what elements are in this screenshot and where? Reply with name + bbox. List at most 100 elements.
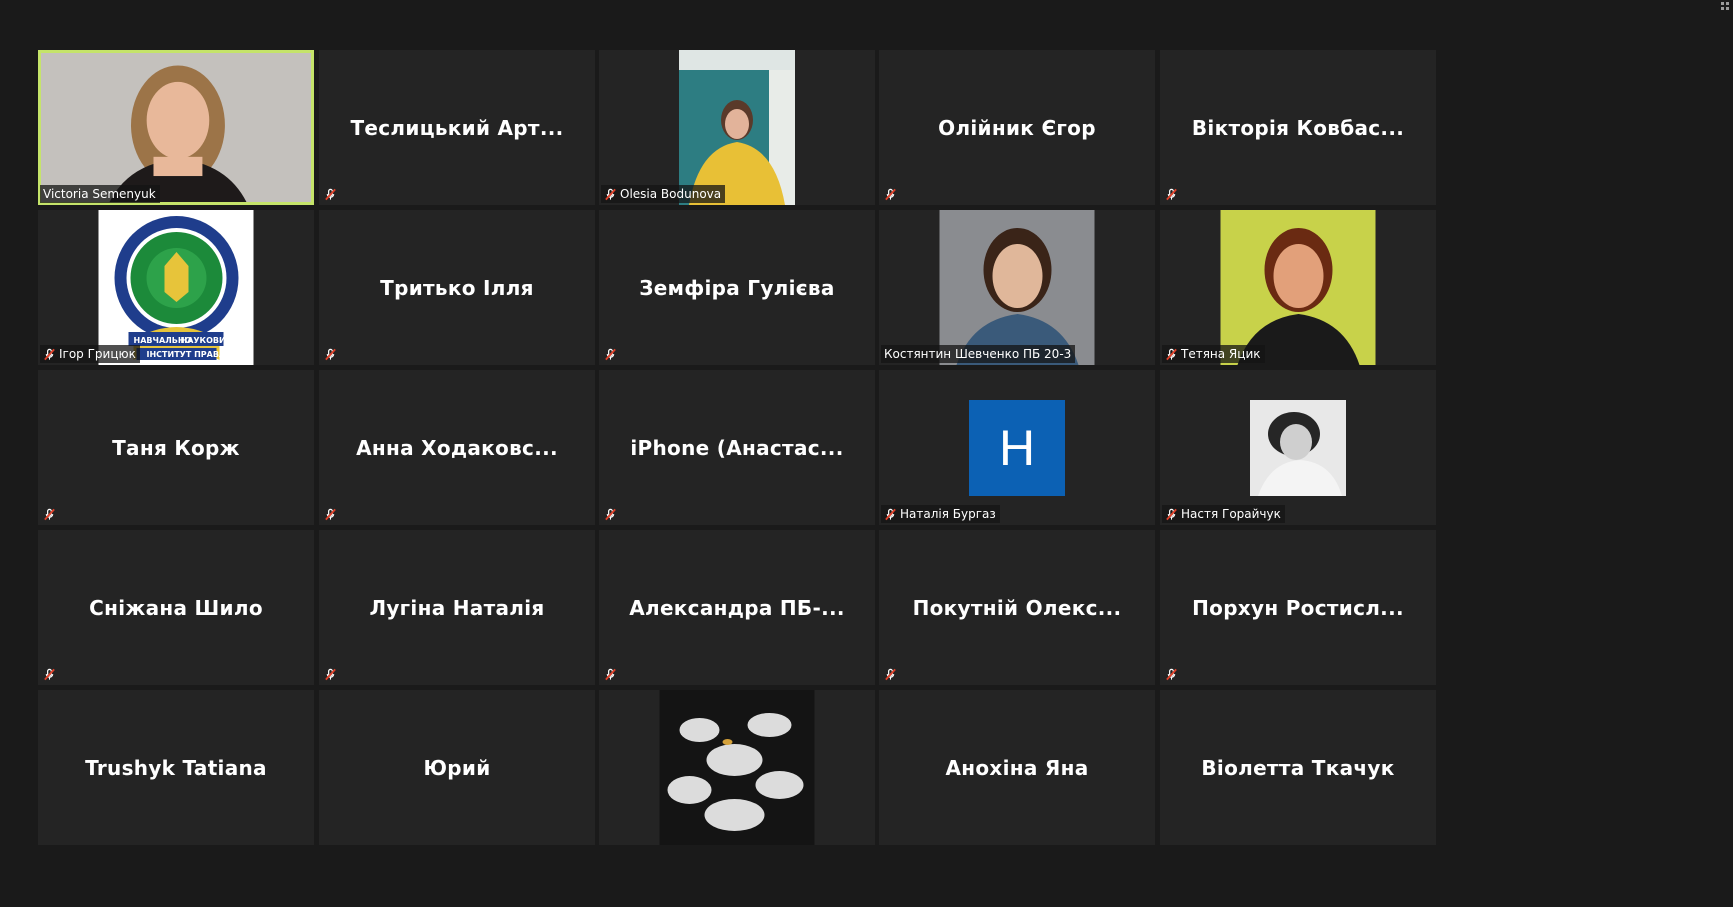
- microphone-muted-icon: [604, 508, 617, 521]
- participant-tile[interactable]: Порхун Ростисл...: [1160, 530, 1436, 685]
- profile-picture: [659, 690, 815, 845]
- microphone-muted-icon: [604, 188, 617, 201]
- participant-name: Таня Корж: [112, 435, 240, 460]
- participant-name: iPhone (Анастас...: [630, 435, 844, 460]
- mute-indicator: [602, 506, 618, 522]
- avatar: [1250, 399, 1346, 496]
- participant-tile[interactable]: Вікторія Ковбас...: [1160, 50, 1436, 205]
- mute-indicator: [322, 666, 338, 682]
- microphone-muted-icon: [884, 188, 897, 201]
- participant-tile[interactable]: Костянтин Шевченко ПБ 20-3: [879, 210, 1155, 365]
- svg-text:НАУКОВИЙ: НАУКОВИЙ: [181, 334, 233, 345]
- participant-name-tag: Настя Горайчук: [1162, 505, 1285, 523]
- participant-name: Тетяна Яцик: [1181, 347, 1261, 361]
- participant-tile[interactable]: Олійник Єгор: [879, 50, 1155, 205]
- participant-name: Покутній Олекс...: [912, 595, 1122, 620]
- microphone-muted-icon: [1165, 668, 1178, 681]
- microphone-muted-icon: [43, 348, 56, 361]
- mute-indicator: [882, 666, 898, 682]
- participant-name: Костянтин Шевченко ПБ 20-3: [884, 347, 1072, 361]
- participant-name-tag: Olesia Bodunova: [601, 185, 726, 203]
- participant-name: Наталія Бургаз: [900, 507, 996, 521]
- microphone-muted-icon: [324, 348, 337, 361]
- profile-picture: НАВЧАЛЬНО НАУКОВИЙ ІНСТИТУТ ПРАВА: [98, 210, 254, 365]
- avatar: Н: [969, 399, 1065, 496]
- svg-text:ІНСТИТУТ ПРАВА: ІНСТИТУТ ПРАВА: [147, 350, 226, 359]
- microphone-muted-icon: [1165, 348, 1178, 361]
- participant-name-tag: Тетяна Яцик: [1162, 345, 1265, 363]
- participant-tile[interactable]: Тетяна Яцик: [1160, 210, 1436, 365]
- participant-tile[interactable]: Юрий: [319, 690, 595, 845]
- participant-tile[interactable]: Тритько Ілля: [319, 210, 595, 365]
- participant-name-tag: Victoria Semenyuk: [40, 185, 160, 203]
- participant-tile[interactable]: Н Наталія Бургаз: [879, 370, 1155, 525]
- participant-name: Настя Горайчук: [1181, 507, 1281, 521]
- participant-name: Віолетта Ткачук: [1201, 755, 1395, 780]
- video-feed: [679, 50, 795, 205]
- avatar-initial: Н: [969, 399, 1065, 496]
- microphone-muted-icon: [324, 668, 337, 681]
- microphone-muted-icon: [1165, 188, 1178, 201]
- gallery-view: Victoria Semenyuk Теслицький Арт... Olesia…: [0, 0, 1733, 907]
- participant-name: Лугіна Наталія: [369, 595, 545, 620]
- microphone-muted-icon: [1165, 508, 1178, 521]
- participant-tile[interactable]: Victoria Semenyuk: [38, 50, 314, 205]
- participant-name: Теслицький Арт...: [350, 115, 564, 140]
- participant-tile[interactable]: Александра ПБ-...: [599, 530, 875, 685]
- participant-tile[interactable]: Теслицький Арт...: [319, 50, 595, 205]
- participant-name: Анна Ходаковс...: [356, 435, 558, 460]
- participant-name-tag: Ігор Грицюк: [40, 345, 140, 363]
- participant-tile[interactable]: Віолетта Ткачук: [1160, 690, 1436, 845]
- participant-tile[interactable]: НАВЧАЛЬНО НАУКОВИЙ ІНСТИТУТ ПРАВА Ігор Гриц…: [38, 210, 314, 365]
- mute-indicator: [41, 666, 57, 682]
- participant-tile[interactable]: Земфіра Гулієва: [599, 210, 875, 365]
- participant-tile[interactable]: Анна Ходаковс...: [319, 370, 595, 525]
- microphone-muted-icon: [43, 508, 56, 521]
- participant-tile[interactable]: Настя Горайчук: [1160, 370, 1436, 525]
- participant-tile[interactable]: [599, 690, 875, 845]
- microphone-muted-icon: [604, 668, 617, 681]
- mute-indicator: [322, 186, 338, 202]
- microphone-muted-icon: [884, 668, 897, 681]
- mute-indicator: [882, 186, 898, 202]
- microphone-muted-icon: [43, 668, 56, 681]
- participant-name: Олійник Єгор: [938, 115, 1096, 140]
- video-feed: [41, 53, 311, 202]
- mute-indicator: [602, 666, 618, 682]
- microphone-muted-icon: [604, 348, 617, 361]
- microphone-muted-icon: [324, 188, 337, 201]
- participant-name: Victoria Semenyuk: [43, 187, 156, 201]
- mute-indicator: [322, 506, 338, 522]
- participant-tile[interactable]: Анохіна Яна: [879, 690, 1155, 845]
- participant-name: Тритько Ілля: [380, 275, 534, 300]
- participant-tile[interactable]: iPhone (Анастас...: [599, 370, 875, 525]
- participant-name: Сніжана Шило: [89, 595, 263, 620]
- participant-name: Порхун Ростисл...: [1192, 595, 1404, 620]
- participant-tile[interactable]: Таня Корж: [38, 370, 314, 525]
- mute-indicator: [602, 346, 618, 362]
- participant-name: Trushyk Tatiana: [85, 755, 267, 780]
- participant-name: Александра ПБ-...: [629, 595, 845, 620]
- participant-name: Вікторія Ковбас...: [1191, 115, 1405, 140]
- microphone-muted-icon: [324, 508, 337, 521]
- participant-tile[interactable]: Покутній Олекс...: [879, 530, 1155, 685]
- participant-name: Анохіна Яна: [945, 755, 1089, 780]
- mute-indicator: [322, 346, 338, 362]
- participant-name: Ігор Грицюк: [59, 347, 136, 361]
- participant-tile[interactable]: Сніжана Шило: [38, 530, 314, 685]
- view-options-icon[interactable]: [1721, 2, 1729, 10]
- mute-indicator: [1163, 186, 1179, 202]
- participant-name-tag: Костянтин Шевченко ПБ 20-3: [881, 345, 1076, 363]
- profile-picture: [939, 210, 1095, 365]
- participant-tile[interactable]: Лугіна Наталія: [319, 530, 595, 685]
- participant-name: Юрий: [423, 755, 491, 780]
- participant-tile[interactable]: Olesia Bodunova: [599, 50, 875, 205]
- mute-indicator: [1163, 666, 1179, 682]
- microphone-muted-icon: [884, 508, 897, 521]
- participant-name: Olesia Bodunova: [620, 187, 722, 201]
- participant-name: Земфіра Гулієва: [639, 275, 835, 300]
- participant-name-tag: Наталія Бургаз: [881, 505, 1000, 523]
- mute-indicator: [41, 506, 57, 522]
- participant-tile[interactable]: Trushyk Tatiana: [38, 690, 314, 845]
- profile-picture: [1220, 210, 1376, 365]
